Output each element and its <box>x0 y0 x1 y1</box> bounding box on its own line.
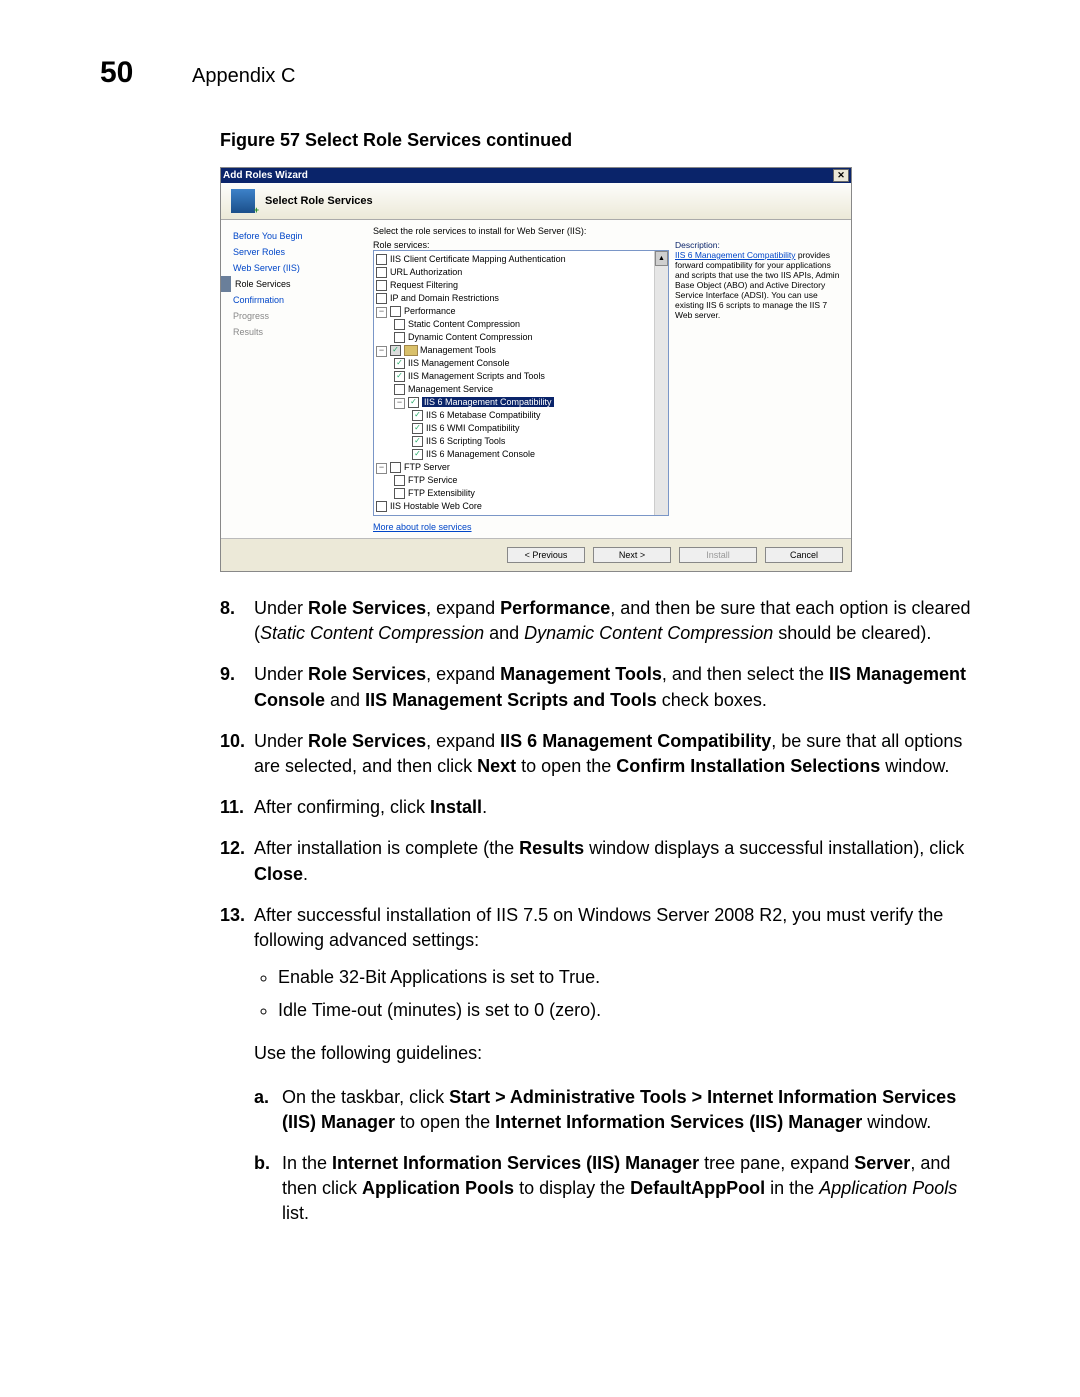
cancel-button[interactable]: Cancel <box>765 547 843 563</box>
step-9: 9. Under Role Services, expand Managemen… <box>220 662 980 712</box>
wizard-instruction: Select the role services to install for … <box>373 226 845 236</box>
wizard-footer: < Previous Next > Install Cancel <box>221 538 851 571</box>
role-services-label: Role services: <box>373 240 669 250</box>
step-13: 13. After successful installation of IIS… <box>220 903 980 1243</box>
previous-button[interactable]: < Previous <box>507 547 585 563</box>
scrollbar[interactable]: ▲ <box>654 251 668 515</box>
step-11: 11. After confirming, click Install. <box>220 795 980 820</box>
role-services-tree[interactable]: ▲ IIS Client Certificate Mapping Authent… <box>373 250 669 516</box>
description-link[interactable]: IIS 6 Management Compatibility <box>675 250 795 260</box>
wizard-title: Add Roles Wizard <box>223 170 308 181</box>
wizard-sidebar: Before You Begin Server Roles Web Server… <box>221 220 373 538</box>
wizard-header-title: Select Role Services <box>265 195 373 207</box>
selected-item: IIS 6 Management Compatibility <box>422 397 554 407</box>
folder-icon <box>404 345 418 356</box>
step-server-roles[interactable]: Server Roles <box>227 244 367 260</box>
add-roles-wizard: Add Roles Wizard ✕ Select Role Services … <box>220 167 852 572</box>
next-button[interactable]: Next > <box>593 547 671 563</box>
bullet-32bit: Enable 32-Bit Applications is set to Tru… <box>278 965 980 990</box>
step-before-you-begin[interactable]: Before You Begin <box>227 228 367 244</box>
step-12: 12. After installation is complete (the … <box>220 836 980 886</box>
instruction-text: 8. Under Role Services, expand Performan… <box>220 596 980 1243</box>
wizard-titlebar: Add Roles Wizard ✕ <box>221 168 851 183</box>
scroll-up-icon[interactable]: ▲ <box>655 251 668 266</box>
description-panel: Description: IIS 6 Management Compatibil… <box>675 240 845 532</box>
step-8: 8. Under Role Services, expand Performan… <box>220 596 980 646</box>
page-number: 50 <box>100 56 160 90</box>
install-button: Install <box>679 547 757 563</box>
guidelines-intro: Use the following guidelines: <box>254 1041 980 1066</box>
close-icon[interactable]: ✕ <box>833 169 849 182</box>
substep-a: a. On the taskbar, click Start > Adminis… <box>254 1085 980 1135</box>
step-10: 10. Under Role Services, expand IIS 6 Ma… <box>220 729 980 779</box>
step-progress: Progress <box>227 308 367 324</box>
step-confirmation[interactable]: Confirmation <box>227 292 367 308</box>
bullet-idle: Idle Time-out (minutes) is set to 0 (zer… <box>278 998 980 1023</box>
step-role-services[interactable]: Role Services <box>221 276 367 292</box>
more-about-link[interactable]: More about role services <box>373 522 669 532</box>
step-web-server[interactable]: Web Server (IIS) <box>227 260 367 276</box>
step-results: Results <box>227 324 367 340</box>
wizard-header: Select Role Services <box>221 183 851 220</box>
appendix-label: Appendix C <box>192 65 295 88</box>
wizard-icon <box>231 189 255 213</box>
substep-b: b. In the Internet Information Services … <box>254 1151 980 1227</box>
figure-caption: Figure 57 Select Role Services continued <box>220 130 980 151</box>
page-header: 50 Appendix C <box>100 56 980 90</box>
